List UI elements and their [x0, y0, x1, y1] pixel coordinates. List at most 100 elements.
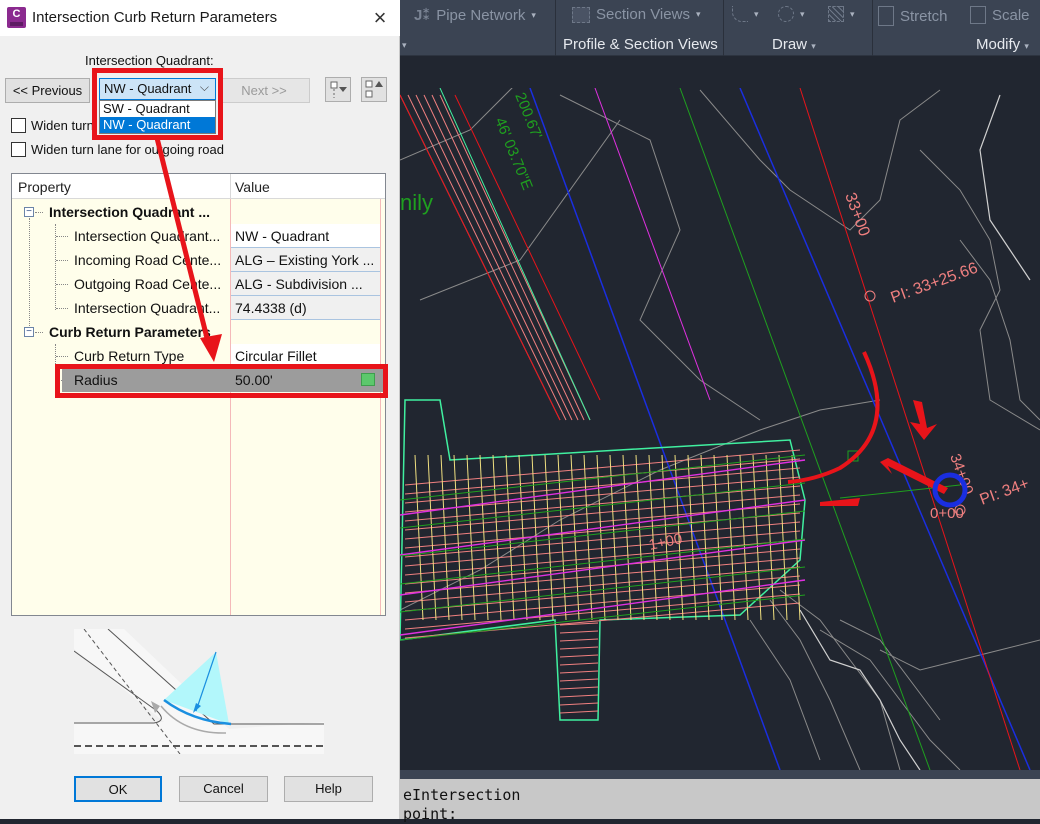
- property-row[interactable]: Outgoing Road Cente... ALG - Subdivision…: [12, 272, 385, 296]
- corridor-hatch-line: [440, 454, 450, 621]
- command-line[interactable]: eIntersection point:: [400, 770, 1040, 823]
- radius-value[interactable]: 50.00': [231, 368, 380, 392]
- widen-outgoing-checkbox[interactable]: [11, 142, 26, 157]
- property-row[interactable]: Intersection Quadrant... NW - Quadrant: [12, 224, 385, 248]
- arrow-west: [820, 498, 860, 506]
- collapse-icon[interactable]: −: [24, 207, 34, 217]
- column-divider[interactable]: [230, 174, 231, 199]
- column-header-value[interactable]: Value: [235, 179, 270, 195]
- column-header-property[interactable]: Property: [18, 179, 71, 195]
- category-intersection-quadrant[interactable]: − Intersection Quadrant ...: [12, 200, 385, 224]
- property-value[interactable]: 74.4338 (d): [231, 296, 380, 320]
- property-row-radius[interactable]: Radius 50.00': [56, 368, 385, 392]
- ribbon-section-views-button[interactable]: Section Views ▾: [572, 6, 700, 23]
- ribbon-stretch-button[interactable]: Stretch: [878, 6, 948, 26]
- command-line-prompt: point:: [403, 805, 458, 823]
- alignment-magenta: [594, 88, 711, 401]
- chevron-down-icon: ▾: [531, 9, 536, 20]
- chevron-down-icon: ▾: [800, 8, 805, 19]
- chevron-down-icon[interactable]: ▾: [402, 40, 407, 51]
- corridor-hatch-line: [596, 454, 606, 621]
- pi-marker[interactable]: [864, 290, 876, 302]
- corridor-hatch-line: [400, 459, 806, 516]
- property-value[interactable]: ALG - Subdivision ...: [231, 272, 380, 296]
- alignment-red: [799, 88, 1021, 770]
- close-icon[interactable]: ×: [366, 4, 394, 32]
- circle-icon: [778, 6, 794, 22]
- command-line-text: eIntersection: [403, 786, 521, 804]
- next-button[interactable]: Next >>: [218, 78, 310, 103]
- pick-in-drawing-button[interactable]: [361, 373, 375, 386]
- panel-profile-section-views[interactable]: Profile & Section Views: [563, 36, 718, 53]
- grid-header: Property Value: [12, 174, 385, 199]
- tree-line: [56, 260, 68, 261]
- property-row[interactable]: Intersection Quadrant... 74.4338 (d): [12, 296, 385, 320]
- corridor-northwest: [400, 94, 591, 421]
- alignment-green: [679, 88, 931, 770]
- property-row[interactable]: Curb Return Type Circular Fillet: [12, 344, 385, 368]
- parcel-label: nily: [400, 190, 433, 215]
- dialog-titlebar[interactable]: C Intersection Curb Return Parameters ×: [0, 0, 400, 36]
- property-name: Curb Return Type: [74, 348, 185, 364]
- tree-line: [35, 212, 43, 213]
- quadrant-option-sw[interactable]: SW - Quadrant: [100, 101, 215, 117]
- widen-outgoing-checkbox-row[interactable]: Widen turn lane for outgoing road: [11, 142, 224, 157]
- property-value[interactable]: NW - Quadrant: [231, 224, 380, 248]
- quadrant-dropdown-list: SW - Quadrant NW - Quadrant: [99, 100, 216, 134]
- drawing-canvas[interactable]: 33+00 PI: 33+25.66 PI: 34+ 34+00 0+00 1+…: [400, 88, 1040, 770]
- widen-incoming-checkbox[interactable]: [11, 118, 26, 133]
- widen-outgoing-label: Widen turn lane for outgoing road: [31, 142, 224, 157]
- corridor-hatch-line: [404, 593, 801, 630]
- curved-arrow: [787, 351, 880, 484]
- arrow-down: [910, 400, 937, 440]
- ribbon-circle-button[interactable]: ▾: [778, 6, 805, 22]
- previous-button[interactable]: << Previous: [5, 78, 90, 103]
- property-row[interactable]: Incoming Road Cente... ALG – Existing Yo…: [12, 248, 385, 272]
- corridor-hatch-line: [739, 454, 749, 621]
- property-name: Radius: [74, 372, 118, 388]
- tree-expand-icon: [365, 80, 383, 98]
- tree-collapse-icon: [330, 81, 347, 98]
- ribbon-tools-row: J⁑ Pipe Network ▾ Section Views ▾ ▾ ▾ ▾ …: [400, 0, 1040, 32]
- corridor-hatch-line: [559, 646, 599, 650]
- category-curb-return-parameters[interactable]: − Curb Return Parameters: [12, 320, 385, 344]
- corridor-hatch-line: [559, 694, 599, 698]
- chevron-down-icon: ▾: [695, 9, 701, 19]
- ribbon-panel-titles: [400, 32, 1040, 56]
- curb-return-dialog: C Intersection Curb Return Parameters × …: [0, 0, 400, 819]
- dialog-title: Intersection Curb Return Parameters: [32, 9, 278, 26]
- panel-modify[interactable]: Modify ▾: [976, 36, 1029, 53]
- property-value[interactable]: Circular Fillet: [231, 344, 380, 368]
- chevron-down-icon: ▾: [1024, 41, 1029, 51]
- property-grid[interactable]: Property Value − Intersection Quadrant .…: [11, 173, 386, 616]
- property-name: Intersection Quadrant...: [74, 300, 221, 316]
- property-value[interactable]: ALG – Existing York ...: [231, 248, 380, 272]
- expand-all-button[interactable]: [361, 77, 387, 102]
- panel-draw[interactable]: Draw ▾: [772, 36, 816, 53]
- quadrant-dropdown[interactable]: NW - Quadrant ⌵: [99, 78, 216, 100]
- corridor-hatch-line: [400, 454, 806, 501]
- corridor-hatch-line: [559, 654, 599, 658]
- property-name: Outgoing Road Cente...: [74, 276, 222, 292]
- collapse-all-button[interactable]: [325, 77, 351, 102]
- ribbon-pipe-network-button[interactable]: J⁑ Pipe Network ▾: [414, 6, 536, 25]
- corridor-hatch-line: [700, 454, 710, 621]
- corridor-hatch-line: [609, 454, 619, 621]
- tree-line: [56, 356, 68, 357]
- cancel-button[interactable]: Cancel: [179, 776, 268, 802]
- collapse-icon[interactable]: −: [24, 327, 34, 337]
- help-button[interactable]: Help: [284, 776, 373, 802]
- cad-application-window: J⁑ Pipe Network ▾ Section Views ▾ ▾ ▾ ▾ …: [400, 0, 1040, 823]
- ribbon-scale-button[interactable]: Scale: [970, 6, 1030, 24]
- ribbon-hatch-button[interactable]: ▾: [828, 6, 855, 22]
- ok-button[interactable]: OK: [74, 776, 162, 802]
- ribbon-polyline-button[interactable]: ▾: [732, 6, 759, 22]
- quadrant-option-nw[interactable]: NW - Quadrant: [100, 117, 215, 133]
- corridor-hatch-line: [559, 702, 599, 706]
- chevron-down-icon: ▾: [754, 8, 759, 19]
- corridor-hatch-line: [559, 630, 599, 634]
- corridor-hatch-line: [559, 678, 599, 682]
- widen-incoming-label: Widen turn: [31, 118, 94, 133]
- curb-return-diagram: [74, 629, 324, 754]
- corridor-hatch-line: [404, 485, 801, 522]
